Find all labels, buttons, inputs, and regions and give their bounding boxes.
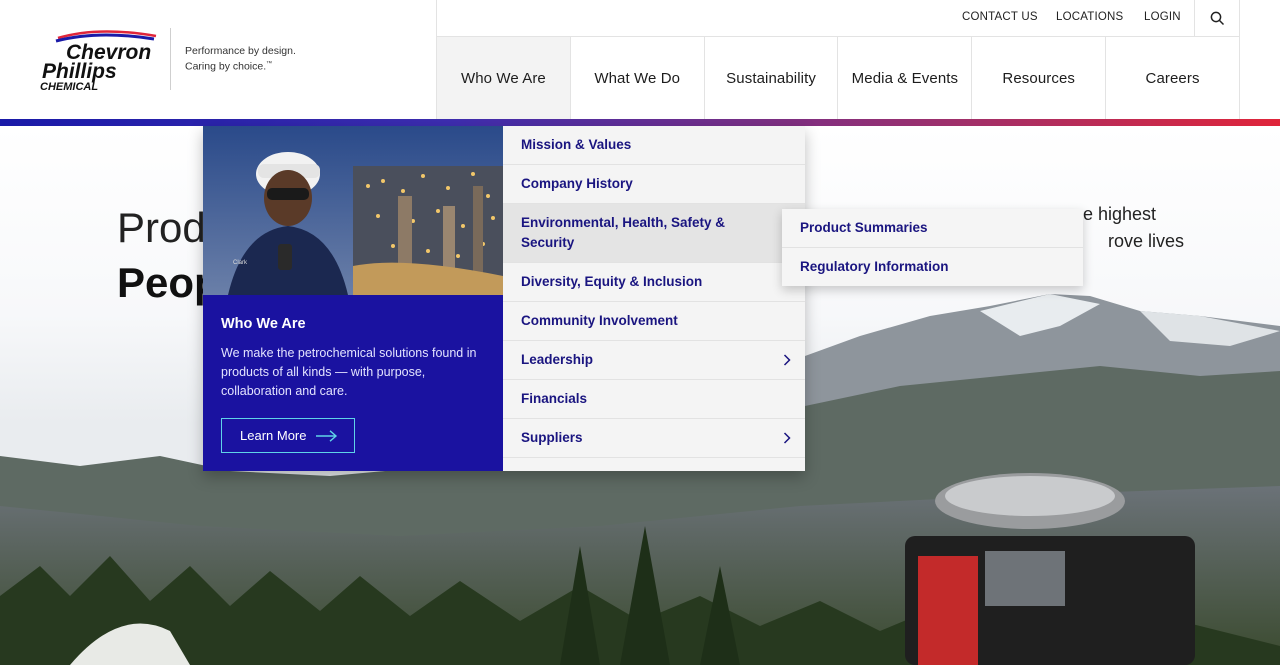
mega-menu-links: Mission & Values Company History Environ… (503, 126, 805, 471)
hero-headline-line1: Prod (117, 204, 206, 251)
hero-body-line2: rove lives (1108, 231, 1185, 251)
logo-divider (170, 28, 171, 90)
nav-sustainability[interactable]: Sustainability (705, 37, 839, 119)
search-button[interactable] (1194, 0, 1240, 36)
menu-item-financials[interactable]: Financials (503, 380, 805, 419)
submenu-item-product-summaries[interactable]: Product Summaries (782, 209, 1083, 248)
menu-item-label: Financials (521, 391, 588, 406)
utility-nav: CONTACT US LOCATIONS LOGIN (436, 0, 1240, 37)
locations-link[interactable]: LOCATIONS (1056, 11, 1123, 23)
submenu-item-label: Product Summaries (800, 220, 928, 235)
learn-more-button[interactable]: Learn More (221, 418, 355, 453)
nav-who-we-are[interactable]: Who We Are (437, 37, 571, 119)
contact-us-link[interactable]: CONTACT US (962, 11, 1038, 23)
feature-title: Who We Are (221, 316, 306, 332)
menu-item-label: Company History (521, 176, 633, 191)
site-header: Chevron Phillips CHEMICAL Performance by… (0, 0, 1280, 119)
chevron-right-icon (783, 354, 791, 366)
menu-item-company-history[interactable]: Company History (503, 165, 805, 204)
chevron-right-icon (783, 432, 791, 444)
tagline-line1: Performance by design. (185, 45, 296, 57)
menu-item-suppliers[interactable]: Suppliers (503, 419, 805, 458)
menu-item-diversity[interactable]: Diversity, Equity & Inclusion (503, 263, 805, 302)
search-icon (1210, 11, 1225, 25)
menu-item-label: Environmental, Health, Safety & Security (521, 215, 726, 250)
logo-text-line3: CHEMICAL (40, 81, 98, 93)
ehss-submenu: Product Summaries Regulatory Information (782, 209, 1083, 286)
menu-item-leadership[interactable]: Leadership (503, 341, 805, 380)
menu-item-label: Community Involvement (521, 313, 678, 328)
worker-name-badge: Clark (233, 260, 248, 266)
feature-photo-worker: Clark (203, 126, 503, 295)
mega-menu-feature-panel: Clark Who We Are We make the petrochemic… (203, 126, 503, 471)
brand-gradient-bar (0, 119, 1280, 126)
learn-more-label: Learn More (240, 428, 307, 443)
chevron-phillips-logo[interactable]: Chevron Phillips CHEMICAL (38, 28, 163, 94)
feature-description: We make the petrochemical solutions foun… (221, 346, 477, 398)
menu-item-label: Diversity, Equity & Inclusion (521, 274, 703, 289)
menu-item-label: Mission & Values (521, 137, 632, 152)
tagline: Performance by design. Caring by choice.… (185, 45, 296, 74)
who-we-are-mega-menu: Clark Who We Are We make the petrochemic… (203, 126, 805, 471)
nav-media-events[interactable]: Media & Events (838, 37, 973, 119)
logo-text-line2: Phillips (42, 60, 117, 83)
menu-item-community[interactable]: Community Involvement (503, 302, 805, 341)
main-nav: Who We Are What We Do Sustainability Med… (436, 37, 1240, 119)
hero-body-line1: e highest (1083, 204, 1157, 224)
menu-item-mission-values[interactable]: Mission & Values (503, 126, 805, 165)
menu-item-label: Leadership (521, 352, 594, 367)
submenu-item-label: Regulatory Information (800, 259, 949, 274)
arrow-right-icon (316, 429, 338, 442)
submenu-item-regulatory-information[interactable]: Regulatory Information (782, 248, 1083, 286)
tagline-line2: Caring by choice.™ (185, 60, 273, 73)
menu-item-label: Suppliers (521, 430, 583, 445)
menu-item-ehss[interactable]: Environmental, Health, Safety & Security (503, 204, 805, 263)
login-link[interactable]: LOGIN (1144, 11, 1181, 23)
nav-resources[interactable]: Resources (972, 37, 1107, 119)
nav-careers[interactable]: Careers (1106, 37, 1240, 119)
nav-what-we-do[interactable]: What We Do (571, 37, 705, 119)
